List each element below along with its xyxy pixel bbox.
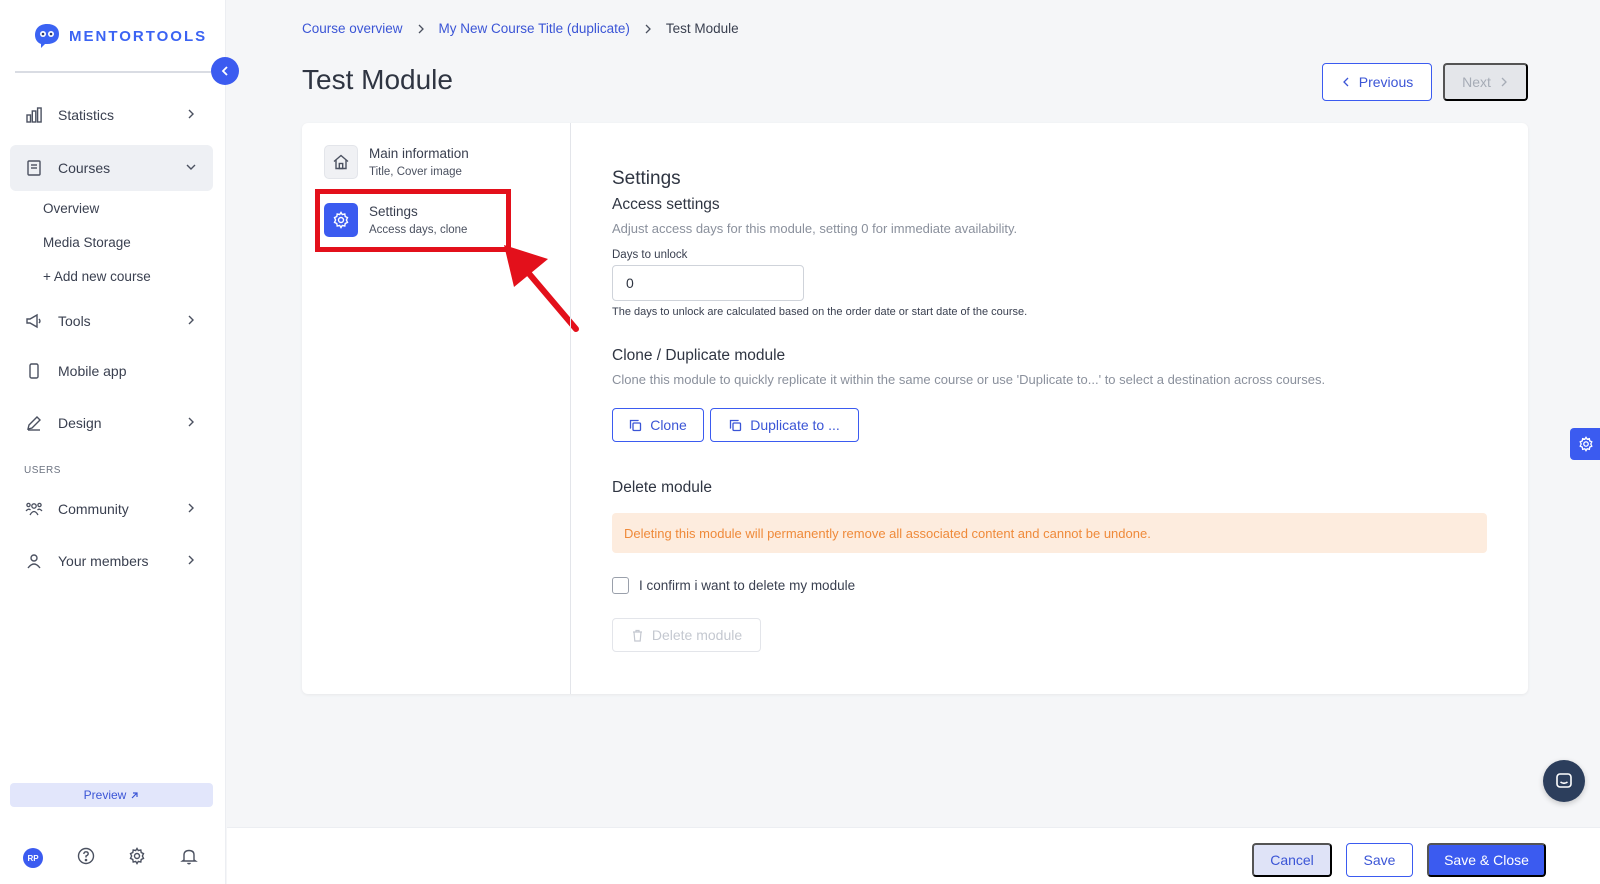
sidebar-divider (15, 71, 211, 73)
avatar[interactable]: RP (23, 848, 43, 868)
bar-chart-icon (24, 105, 44, 125)
sidebar-item-your-members[interactable]: Your members (10, 538, 213, 584)
sidebar-item-statistics[interactable]: Statistics (10, 92, 213, 138)
chevron-right-icon (185, 416, 197, 428)
settings-heading: Settings (612, 168, 681, 189)
collapse-sidebar-button[interactable] (211, 57, 239, 85)
external-link-icon (130, 791, 139, 800)
section-label-users: USERS (24, 465, 61, 476)
sidebar-item-mobile-app[interactable]: Mobile app (10, 348, 213, 394)
help-icon[interactable] (77, 847, 95, 865)
group-icon (24, 499, 44, 519)
days-to-unlock-input[interactable] (612, 265, 804, 301)
delete-module-button[interactable]: Delete module (612, 618, 761, 652)
sidebar-item-label: Tools (58, 313, 91, 329)
sidebar-sub-add-new-course[interactable]: + Add new course (43, 269, 151, 284)
chevron-left-icon (219, 65, 231, 77)
breadcrumb: Course overview My New Course Title (dup… (302, 21, 739, 36)
chevron-left-icon (1341, 77, 1351, 87)
delete-module-label: Delete module (651, 627, 743, 643)
sidebar-item-label: Your members (58, 553, 149, 569)
sidebar-item-design[interactable]: Design (10, 400, 213, 446)
card-divider (570, 123, 571, 694)
sidebar-sub-media-storage[interactable]: Media Storage (43, 235, 131, 250)
next-label: Next (1462, 74, 1491, 90)
bell-icon[interactable] (180, 847, 198, 865)
sidebar-item-label: Statistics (58, 107, 115, 123)
cancel-button[interactable]: Cancel (1252, 843, 1332, 877)
sidebar-item-label: Community (58, 501, 129, 517)
duplicate-to-label: Duplicate to ... (750, 417, 840, 433)
save-button[interactable]: Save (1346, 843, 1413, 877)
chevron-down-icon (185, 161, 197, 173)
step-title: Settings (369, 204, 418, 219)
duplicate-to-button[interactable]: Duplicate to ... (710, 408, 859, 442)
page-title: Test Module (302, 64, 453, 95)
days-to-unlock-hint: The days to unlock are calculated based … (612, 306, 1028, 318)
chevron-right-icon (643, 24, 653, 34)
breadcrumb-course[interactable]: My New Course Title (duplicate) (439, 21, 630, 36)
delete-confirm-checkbox[interactable] (612, 577, 629, 594)
brand-name: MENTORTOOLS (69, 27, 208, 45)
brand-logo[interactable]: MENTORTOOLS (33, 22, 207, 50)
sidebar-item-label: Courses (58, 160, 111, 176)
copy-icon (729, 419, 742, 432)
step-settings[interactable]: Settings Access days, clone (324, 203, 467, 237)
user-icon (24, 551, 44, 571)
chevron-right-icon (416, 24, 426, 34)
previous-button[interactable]: Previous (1322, 63, 1432, 101)
clone-description: Clone this module to quickly replicate i… (612, 372, 1326, 387)
module-editor-card: Main information Title, Cover image Sett… (302, 123, 1528, 694)
step-subtitle: Access days, clone (369, 224, 468, 236)
footer-bar: Cancel Save Save & Close (227, 827, 1600, 884)
clone-heading: Clone / Duplicate module (612, 347, 786, 364)
sidebar-item-courses[interactable]: Courses (10, 145, 213, 191)
sidebar: MENTORTOOLS Statistics Courses Overview … (0, 0, 226, 884)
delete-confirm-row[interactable]: I confirm i want to delete my module (612, 577, 855, 594)
breadcrumb-course-overview[interactable]: Course overview (302, 21, 403, 36)
gear-icon[interactable] (128, 847, 146, 865)
copy-icon (629, 419, 642, 432)
gear-icon (324, 203, 358, 237)
gear-icon (1578, 436, 1594, 452)
days-to-unlock-label: Days to unlock (612, 249, 688, 261)
megaphone-icon (24, 311, 44, 331)
edit-icon (24, 413, 44, 433)
clone-button[interactable]: Clone (612, 408, 704, 442)
sidebar-item-tools[interactable]: Tools (10, 298, 213, 344)
preview-button[interactable]: Preview (10, 783, 213, 807)
chevron-right-icon (1499, 77, 1509, 87)
logo-icon (33, 22, 61, 50)
delete-confirm-label: I confirm i want to delete my module (639, 578, 856, 593)
phone-icon (24, 361, 44, 381)
access-settings-description: Adjust access days for this module, sett… (612, 221, 1018, 236)
previous-label: Previous (1358, 74, 1414, 90)
trash-icon (631, 629, 644, 642)
step-subtitle: Title, Cover image (369, 166, 462, 178)
floating-settings-button[interactable] (1570, 428, 1600, 460)
chevron-right-icon (185, 108, 197, 120)
chat-launcher-button[interactable] (1543, 760, 1585, 802)
next-button[interactable]: Next (1443, 63, 1528, 101)
chevron-right-icon (185, 502, 197, 514)
preview-label: Preview (83, 788, 127, 802)
sidebar-item-label: Design (58, 415, 102, 431)
delete-module-heading: Delete module (612, 479, 712, 496)
book-icon (24, 158, 44, 178)
home-icon (324, 145, 358, 179)
sidebar-item-community[interactable]: Community (10, 486, 213, 532)
step-main-information[interactable]: Main information Title, Cover image (324, 145, 469, 179)
access-settings-heading: Access settings (612, 196, 720, 213)
delete-warning-banner: Deleting this module will permanently re… (612, 513, 1487, 553)
save-and-close-button[interactable]: Save & Close (1427, 843, 1546, 877)
sidebar-item-label: Mobile app (58, 363, 127, 379)
chevron-right-icon (185, 554, 197, 566)
clone-label: Clone (650, 417, 687, 433)
chat-icon (1555, 772, 1573, 790)
breadcrumb-current: Test Module (665, 21, 739, 36)
step-title: Main information (369, 146, 469, 161)
sidebar-sub-overview[interactable]: Overview (43, 201, 99, 216)
chevron-right-icon (185, 314, 197, 326)
